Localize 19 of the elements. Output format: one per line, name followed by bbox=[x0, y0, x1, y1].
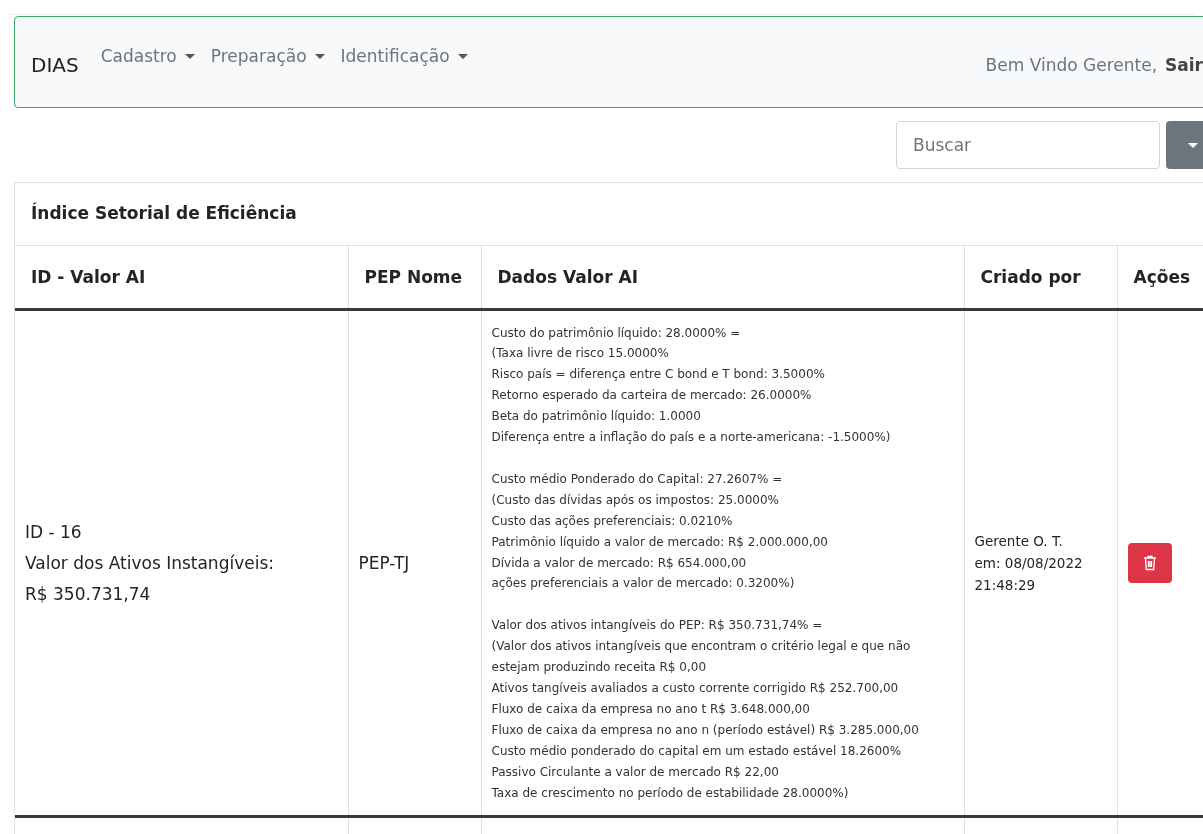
delete-button[interactable] bbox=[1127, 543, 1172, 583]
column-header: Criado por bbox=[964, 246, 1117, 310]
menu-dropdown[interactable]: Identificação bbox=[340, 46, 468, 66]
table-cell: ID - 16 Valor dos Ativos Instangíveis: R$ 350.731,74 bbox=[15, 309, 348, 817]
column-header: ID - Valor AI bbox=[15, 246, 348, 310]
column-header: Ações bbox=[1117, 246, 1203, 310]
table-cell: Gerente O. T. em: 08/08/2022 21:48:29 bbox=[964, 309, 1117, 817]
search-field[interactable]: Buscar bbox=[896, 121, 1160, 169]
greeting-text: Bem Vindo Gerente, bbox=[985, 55, 1158, 75]
logout-link[interactable]: Sair bbox=[1165, 55, 1203, 75]
table-cell: PEP-TJ bbox=[348, 309, 481, 817]
trash-icon bbox=[1142, 555, 1157, 571]
card-title: Índice Setorial de Eficiência bbox=[15, 183, 1203, 246]
column-header: Dados Valor AI bbox=[481, 246, 964, 310]
brand-link[interactable]: DIAS bbox=[31, 53, 79, 77]
menu-dropdown[interactable]: Cadastro bbox=[100, 46, 195, 66]
column-header: PEP Nome bbox=[348, 246, 481, 310]
menu-dropdown[interactable]: Preparação bbox=[210, 46, 325, 66]
table-cell: Custo do patrimônio líquido: 28.0000% = (Taxa livre de risco 15.0000% Risco país = diferença entre C bond e T bond: 3.5000% Retorno esperado da carteira de mercado: 26.0000% Beta do patrimônio líquido: 1.0000 Diferença entre a inflação do país e a norte-americana: -1.5000%) Custo médio Ponderado do Capital: 27.2607% = (Custo das dívidas após os impostos: 25.0000% Custo das ações preferenciais: 0.0210% Patrimônio líquido a valor de mercado: R$ 2.000.000,00 Dívida a valor de mercado: R$ 654.000,00 ações preferenciais a valor de mercado: 0.3200%) Valor dos ativos intangíveis do PEP: R$ 350.731,74% = (Valor dos ativos intangíveis que encontram o critério legal e que não estejam produzindo receita R$ 0,00 Ativos tangíveis avaliados a custo corrente corrigido R$ 252.700,00 Fluxo de caixa da empresa no ano t R$ 3.648.000,00 Fluxo de caixa da empresa no ano n (período estável) R$ 3.285.000,00 Custo médio ponderado do capital em um estado estável 18.2600% Passivo Circulante a valor de mercado R$ 22,00 Taxa de crescimento no período de estabilidade 28.0000%) bbox=[481, 309, 964, 817]
